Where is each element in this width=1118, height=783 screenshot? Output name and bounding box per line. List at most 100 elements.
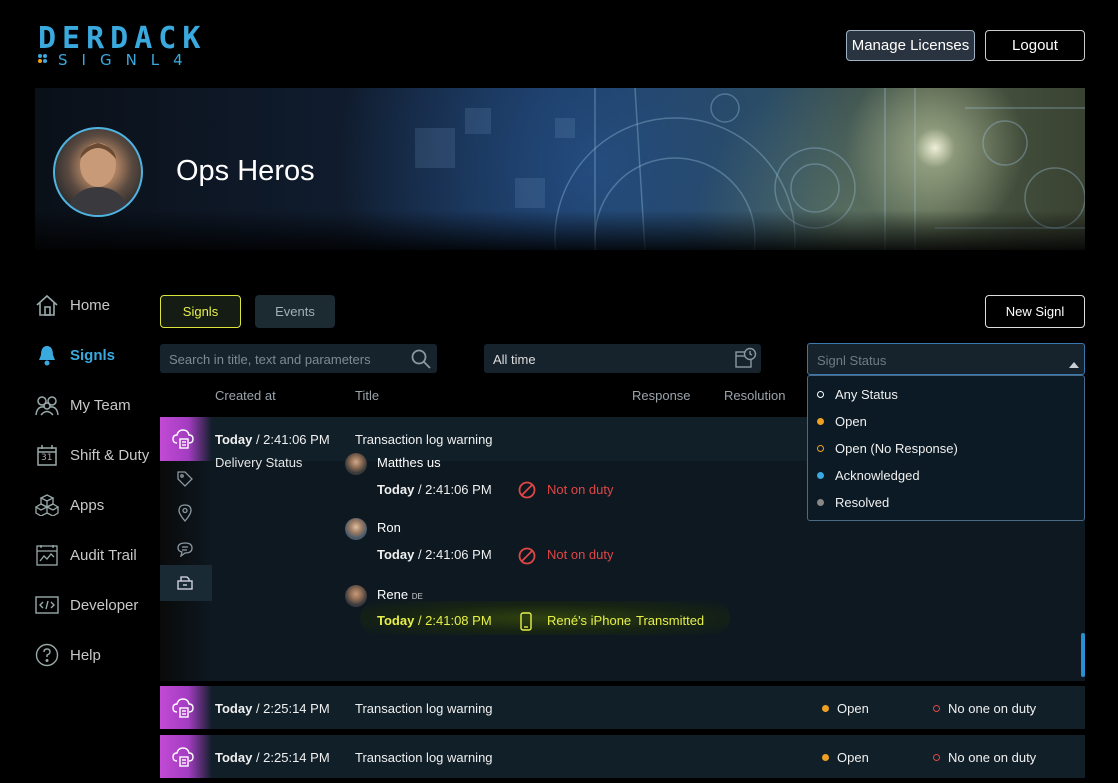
search-input[interactable] — [167, 344, 401, 375]
cloud-icon — [172, 747, 194, 767]
delivery-status-icon[interactable] — [175, 573, 195, 593]
signl-row[interactable]: Today / 2:25:14 PM Transaction log warni… — [160, 735, 1085, 778]
signl-status-select[interactable] — [807, 343, 1085, 375]
new-signl-button[interactable]: New Signl — [985, 295, 1085, 328]
delivery-state: Transmitted — [636, 613, 705, 628]
delivery-timestamp: Today / 2:41:06 PM — [377, 482, 492, 497]
sidebar-item-signls[interactable]: Signls — [35, 340, 155, 370]
status-dot — [817, 472, 824, 479]
sidebar-item-my-team[interactable]: My Team — [35, 390, 155, 420]
delivery-status-label: Delivery Status — [215, 455, 303, 470]
cloud-icon — [172, 429, 194, 449]
banner-fade — [35, 210, 1085, 250]
signl-title[interactable]: Transaction log warning — [355, 750, 493, 765]
logo-wordmark: DERDACK — [38, 21, 207, 56]
recipient-name: Matthes us — [377, 455, 441, 470]
search-field[interactable] — [160, 344, 437, 375]
sidebar-item-developer[interactable]: Developer — [35, 590, 155, 620]
status-option-open[interactable]: Open — [808, 408, 1084, 435]
logo-dots-icon — [38, 54, 52, 68]
sidebar-item-help[interactable]: Help — [35, 640, 155, 670]
status-dot — [817, 499, 824, 506]
sidebar-item-label: Developer — [70, 596, 139, 614]
tab-signls[interactable]: Signls — [160, 295, 241, 328]
status-dot — [822, 754, 829, 761]
sidebar-item-label: Audit Trail — [70, 546, 137, 564]
column-header-response[interactable]: Response — [632, 388, 691, 403]
sidebar-item-apps[interactable]: Apps — [35, 490, 155, 520]
signl-type-indicator — [160, 686, 212, 729]
logout-button[interactable]: Logout — [985, 30, 1085, 61]
delivery-timestamp: Today / 2:41:06 PM — [377, 547, 492, 562]
column-header-created-at[interactable]: Created at — [215, 388, 276, 403]
delivery-timestamp: Today / 2:41:08 PM — [377, 613, 492, 628]
audit-icon — [35, 543, 59, 567]
sidebar-item-label: Apps — [70, 496, 105, 514]
delivery-state: Not on duty — [547, 547, 614, 562]
search-icon[interactable] — [410, 348, 432, 373]
manage-licenses-button[interactable]: Manage Licenses — [846, 30, 975, 61]
sidebar-item-label: Shift & Duty — [70, 446, 150, 464]
scrollbar-thumb[interactable] — [1081, 633, 1085, 677]
details-side-nav — [160, 461, 212, 681]
location-pin-icon[interactable] — [175, 503, 195, 523]
status-option-any[interactable]: Any Status — [808, 381, 1084, 408]
signl-title[interactable]: Transaction log warning — [355, 701, 493, 716]
calendar-clock-icon[interactable] — [735, 347, 757, 372]
signl-status: Open — [822, 701, 869, 716]
signl-created-at: Today / 2:25:14 PM — [215, 701, 330, 716]
phone-icon — [520, 612, 532, 631]
status-option-resolved[interactable]: Resolved — [808, 489, 1084, 516]
signl-status-dropdown: Any Status Open Open (No Response) Ackno… — [807, 375, 1085, 521]
status-dot — [817, 391, 824, 398]
sidebar-item-shift-duty[interactable]: 31 Shift & Duty — [35, 440, 155, 470]
signl-type-indicator — [160, 735, 212, 778]
signl-duty: No one on duty — [933, 750, 1036, 765]
sidebar-item-label: Help — [70, 646, 101, 664]
team-name: Ops Heros — [176, 155, 315, 187]
sidebar-item-audit-trail[interactable]: Audit Trail — [35, 540, 155, 570]
caret-up-icon[interactable] — [1069, 356, 1079, 371]
status-option-acknowledged[interactable]: Acknowledged — [808, 462, 1084, 489]
blocked-icon — [518, 481, 536, 499]
time-range-input[interactable] — [491, 344, 725, 375]
device-name: René's iPhone — [547, 613, 632, 628]
bell-icon — [35, 343, 59, 367]
team-icon — [35, 393, 59, 417]
signl-duty: No one on duty — [933, 701, 1036, 716]
recipient-name: Ron — [377, 520, 401, 535]
comment-icon[interactable] — [175, 539, 195, 559]
help-icon — [35, 643, 59, 667]
signl-created-at: Today / 2:41:06 PM — [215, 432, 330, 447]
signl-created-at: Today / 2:25:14 PM — [215, 750, 330, 765]
status-dot — [817, 445, 824, 452]
column-header-title[interactable]: Title — [355, 388, 379, 403]
signl-status: Open — [822, 750, 869, 765]
sidebar-item-home[interactable]: Home — [35, 290, 155, 320]
status-dot — [933, 705, 940, 712]
calendar-icon: 31 — [35, 443, 59, 467]
column-header-resolution[interactable]: Resolution — [724, 388, 785, 403]
status-option-open-no-response[interactable]: Open (No Response) — [808, 435, 1084, 462]
tag-icon[interactable] — [175, 469, 195, 489]
status-dot — [822, 705, 829, 712]
status-dot — [933, 754, 940, 761]
recipient-name: Rene DE — [377, 587, 423, 602]
team-avatar[interactable] — [53, 127, 143, 217]
avatar — [345, 453, 367, 475]
tab-events[interactable]: Events — [255, 295, 335, 328]
sidebar-item-label: My Team — [70, 396, 131, 414]
home-icon — [35, 293, 59, 317]
delivery-state: Not on duty — [547, 482, 614, 497]
signl-row[interactable]: Today / 2:25:14 PM Transaction log warni… — [160, 686, 1085, 729]
sidebar-item-label: Home — [70, 296, 111, 314]
avatar — [345, 585, 367, 607]
blocked-icon — [518, 547, 536, 565]
time-range-field[interactable] — [484, 344, 761, 375]
signl-type-indicator — [160, 417, 212, 461]
cubes-icon — [35, 493, 59, 517]
signl-status-input[interactable] — [815, 345, 1019, 375]
signl-title[interactable]: Transaction log warning — [355, 432, 493, 447]
person-photo-icon — [65, 143, 131, 215]
logo-product: SIGNL4 — [58, 51, 197, 69]
